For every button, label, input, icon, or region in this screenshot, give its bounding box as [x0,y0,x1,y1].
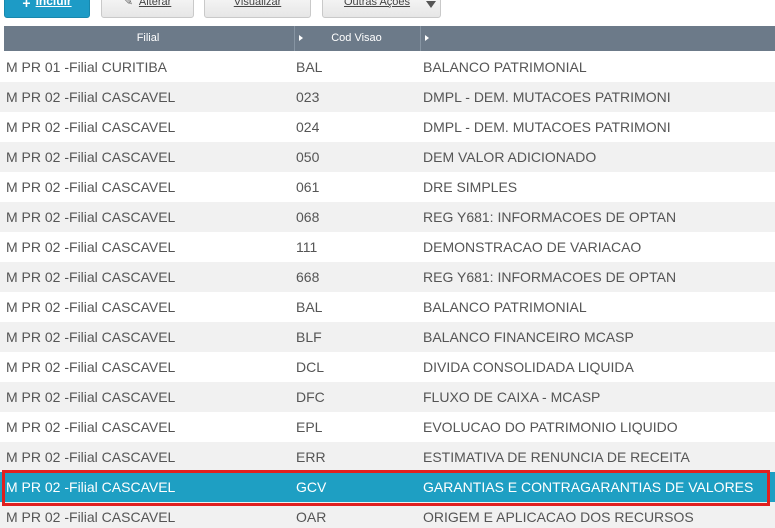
cell-cod-visao: BLF [296,329,322,345]
visualizar-button[interactable]: Visualizar [204,0,311,18]
table-row[interactable]: M PR 02 -Filial CASCAVEL 111 DEMONSTRACAO … [0,232,775,262]
table-row[interactable]: M PR 02 -Filial CASCAVEL 061 DRE SIMPLES [0,172,775,202]
cell-cod-visao: BAL [296,59,323,75]
cell-filial: M PR 02 -Filial CASCAVEL [6,329,176,345]
column-header-filial-label: Filial [136,32,160,44]
column-header-cod-visao-label: Cod Visao [331,32,382,44]
cell-filial: M PR 02 -Filial CASCAVEL [6,419,176,435]
cell-filial: M PR 02 -Filial CASCAVEL [6,299,176,315]
cell-filial: M PR 02 -Filial CASCAVEL [6,449,176,465]
table-row[interactable]: M PR 02 -Filial CASCAVEL BLF BALANCO FINAN… [0,322,775,352]
pencil-icon: ✎ [123,0,133,8]
cell-descricao: GARANTIAS E CONTRAGARANTIAS DE VALORES [423,479,754,495]
table-row[interactable]: M PR 02 -Filial CASCAVEL 023 DMPL - DEM. M… [0,82,775,112]
column-header-descricao[interactable] [420,26,775,51]
grid-header: Filial Cod Visao [4,26,775,51]
cell-cod-visao: DCL [296,359,325,375]
cell-cod-visao: GCV [296,479,327,495]
toolbar: + Incluir ✎ Alterar Visualizar Outras Aç… [0,0,775,20]
cell-cod-visao: 668 [296,269,320,285]
outras-acoes-button[interactable]: Outras Ações [322,0,441,18]
cell-descricao: EVOLUCAO DO PATRIMONIO LIQUIDO [423,419,678,435]
cell-descricao: BALANCO PATRIMONIAL [423,299,587,315]
cell-cod-visao: ERR [296,449,326,465]
cell-cod-visao: DFC [296,389,325,405]
cell-filial: M PR 02 -Filial CASCAVEL [6,149,176,165]
incluir-label: Incluir [35,0,72,8]
cell-descricao: BALANCO PATRIMONIAL [423,59,587,75]
table-row[interactable]: M PR 02 -Filial CASCAVEL DFC FLUXO DE CAIX… [0,382,775,412]
cell-descricao: DEM VALOR ADICIONADO [423,149,597,165]
cell-filial: M PR 02 -Filial CASCAVEL [6,509,176,525]
cell-descricao: REG Y681: INFORMACOES DE OPTAN [423,269,677,285]
cell-cod-visao: 023 [296,89,320,105]
table-row[interactable]: M PR 02 -Filial CASCAVEL ERR ESTIMATIVA DE… [0,442,775,472]
cell-filial: M PR 02 -Filial CASCAVEL [6,359,176,375]
cell-cod-visao: 068 [296,209,320,225]
table-row[interactable]: M PR 02 -Filial CASCAVEL EPL EVOLUCAO DO P… [0,412,775,442]
column-header-cod-visao[interactable]: Cod Visao [294,26,418,51]
cell-cod-visao: 050 [296,149,320,165]
outras-acoes-label: Outras Ações [344,0,411,8]
plus-icon: + [22,0,31,11]
cell-descricao: DMPL - DEM. MUTACOES PATRIMONI [423,119,671,135]
column-header-filial[interactable]: Filial [4,26,292,51]
cell-descricao: DEMONSTRACAO DE VARIACAO [423,239,642,255]
cell-filial: M PR 02 -Filial CASCAVEL [6,179,176,195]
cell-descricao: DRE SIMPLES [423,179,518,195]
table-row[interactable]: M PR 02 -Filial CASCAVEL GCV GARANTIAS E C… [0,472,775,502]
table-row[interactable]: M PR 02 -Filial CASCAVEL 068 REG Y681: INF… [0,202,775,232]
cell-cod-visao: BAL [296,299,323,315]
cell-cod-visao: OAR [296,509,327,525]
cell-descricao: FLUXO DE CAIXA - MCASP [423,389,601,405]
cell-cod-visao: EPL [296,419,323,435]
cell-filial: M PR 02 -Filial CASCAVEL [6,269,176,285]
table-row[interactable]: M PR 01 -Filial CURITIBA BAL BALANCO PATRI… [0,52,775,82]
sort-arrow-icon [425,35,429,41]
alterar-label: Alterar [138,0,172,8]
table-row[interactable]: M PR 02 -Filial CASCAVEL 668 REG Y681: INF… [0,262,775,292]
cell-filial: M PR 02 -Filial CASCAVEL [6,389,176,405]
cell-descricao: BALANCO FINANCEIRO MCASP [423,329,634,345]
cell-descricao: ORIGEM E APLICACAO DOS RECURSOS [423,509,694,525]
sort-arrow-icon [299,35,303,41]
cell-filial: M PR 02 -Filial CASCAVEL [6,89,176,105]
grid-body: M PR 01 -Filial CURITIBA BAL BALANCO PATRI… [0,52,775,528]
cell-descricao: ESTIMATIVA DE RENUNCIA DE RECEITA [423,449,690,465]
cell-filial: M PR 02 -Filial CASCAVEL [6,119,176,135]
cell-filial: M PR 01 -Filial CURITIBA [6,59,168,75]
table-row[interactable]: M PR 02 -Filial CASCAVEL BAL BALANCO PATRI… [0,292,775,322]
cell-descricao: DMPL - DEM. MUTACOES PATRIMONI [423,89,671,105]
cell-filial: M PR 02 -Filial CASCAVEL [6,479,176,495]
cell-descricao: REG Y681: INFORMACOES DE OPTAN [423,209,677,225]
table-row[interactable]: M PR 02 -Filial CASCAVEL OAR ORIGEM E APLI… [0,502,775,528]
caret-down-icon [426,1,436,8]
cell-cod-visao: 111 [296,239,318,255]
table-row[interactable]: M PR 02 -Filial CASCAVEL 024 DMPL - DEM. M… [0,112,775,142]
cell-descricao: DIVIDA CONSOLIDADA LIQUIDA [423,359,634,375]
table-row[interactable]: M PR 02 -Filial CASCAVEL 050 DEM VALOR ADI… [0,142,775,172]
cell-filial: M PR 02 -Filial CASCAVEL [6,239,176,255]
cell-cod-visao: 024 [296,119,320,135]
cell-filial: M PR 02 -Filial CASCAVEL [6,209,176,225]
table-row[interactable]: M PR 02 -Filial CASCAVEL DCL DIVIDA CONSOL… [0,352,775,382]
visualizar-label: Visualizar [233,0,282,8]
cell-cod-visao: 061 [296,179,320,195]
incluir-button[interactable]: + Incluir [4,0,90,18]
alterar-button[interactable]: ✎ Alterar [101,0,194,18]
